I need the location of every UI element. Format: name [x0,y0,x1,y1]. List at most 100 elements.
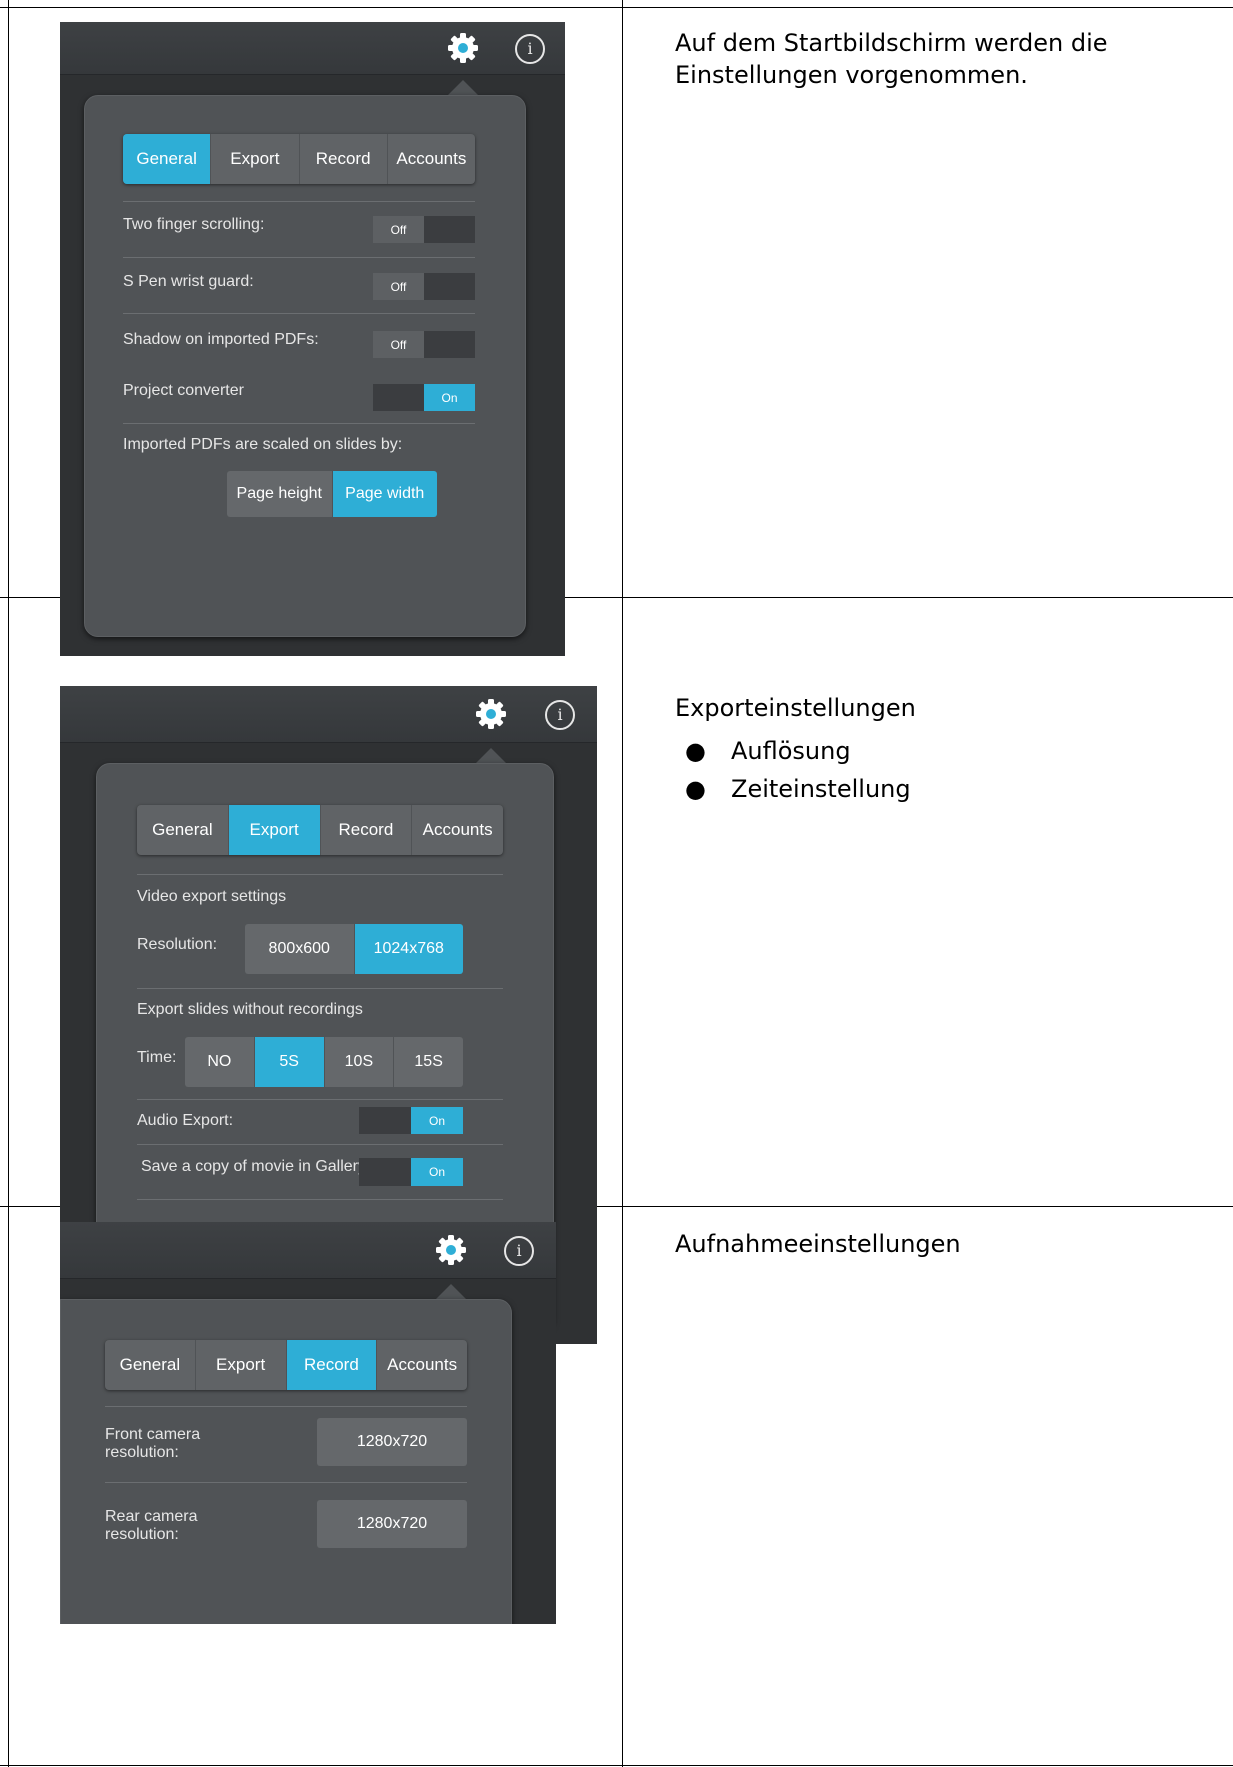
front-camera-resolution-button[interactable]: 1280x720 [317,1418,467,1466]
bullet-icon: ● [685,737,706,765]
app-topbar [60,686,597,743]
separator [123,257,475,258]
toggle-track [424,331,475,358]
info-icon[interactable]: i [515,34,545,64]
info-icon[interactable]: i [504,1236,534,1266]
video-export-heading: Video export settings [137,888,287,905]
bullet-item: ● Auflösung [685,732,1175,770]
tab-record[interactable]: Record [286,1340,378,1390]
screenshot-general: i General Export Record Accounts Two fin… [60,22,565,656]
tab-general[interactable]: General [123,134,212,184]
row1-description: Auf dem Startbildschirm werden die Einst… [675,29,1108,89]
resolution-label: Resolution: [137,936,218,953]
time-option-5s[interactable]: 5S [254,1037,325,1087]
tab-accounts[interactable]: Accounts [377,1340,467,1390]
tab-record[interactable]: Record [321,805,413,855]
toggle-off-label: Off [373,216,424,243]
toggle-track [373,384,424,411]
rear-camera-label-line1: Rear camera [105,1508,198,1525]
gear-icon[interactable] [446,31,480,65]
front-camera-label-line2: resolution: [105,1444,179,1461]
tab-accounts[interactable]: Accounts [412,805,503,855]
gear-icon[interactable] [474,697,508,731]
settings-tabs: General Export Record Accounts [123,134,475,184]
front-camera-label: Front camera resolution: [105,1426,200,1462]
bullet-icon: ● [685,775,706,803]
tab-general[interactable]: General [137,805,229,855]
resolution-800x600[interactable]: 800x600 [245,924,355,974]
app-topbar [60,22,565,75]
separator [137,1144,503,1145]
app-topbar [60,1222,556,1279]
tab-accounts[interactable]: Accounts [388,134,475,184]
settings-tabs: General Export Record Accounts [137,805,503,855]
export-slides-heading: Export slides without recordings [137,1001,363,1018]
row3-description: Aufnahmeeinstellungen [675,1230,961,1258]
two-finger-scrolling-toggle[interactable]: Off [373,216,475,243]
separator [123,313,475,314]
separator [105,1406,467,1407]
table-border-top [0,7,1233,8]
table-border-left [8,0,9,1767]
bullet-text: Zeiteinstellung [731,775,911,803]
resolution-1024x768[interactable]: 1024x768 [354,924,463,974]
resolution-selector: 800x600 1024x768 [245,924,463,974]
time-label: Time: [137,1049,177,1066]
time-option-10s[interactable]: 10S [324,1037,395,1087]
separator [105,1482,467,1483]
row2-description: Exporteinstellungen ● Auflösung ● Zeiteins… [675,692,1175,808]
tab-export[interactable]: Export [196,1340,287,1390]
page-height-option[interactable]: Page height [227,471,333,517]
toggle-track [424,273,475,300]
table-border-middle [622,0,623,1767]
separator [137,874,503,875]
s-pen-wrist-guard-toggle[interactable]: Off [373,273,475,300]
audio-export-toggle[interactable]: On [359,1107,463,1134]
table-border-bottom [0,1765,1233,1766]
info-icon[interactable]: i [545,700,575,730]
scale-label: Imported PDFs are scaled on slides by: [123,436,403,453]
toggle-track [424,216,475,243]
tab-general[interactable]: General [105,1340,196,1390]
settings-popover: General Export Record Accounts Two finge… [84,95,526,637]
popover-arrow [475,748,507,764]
front-camera-label-line1: Front camera [105,1426,201,1443]
project-converter-toggle[interactable]: On [373,384,475,411]
separator [137,988,503,989]
separator [137,1099,503,1100]
rear-camera-label-line2: resolution: [105,1526,179,1543]
toggle-on-label: On [424,384,475,411]
toggle-off-label: Off [373,331,424,358]
toggle-off-label: Off [373,273,424,300]
gear-icon[interactable] [434,1233,468,1267]
setting-label: Shadow on imported PDFs: [123,331,319,348]
separator [123,423,475,424]
shadow-on-pdfs-toggle[interactable]: Off [373,331,475,358]
bullet-text: Auflösung [731,737,851,765]
setting-label: Two finger scrolling: [123,216,265,233]
toggle-track [359,1107,411,1134]
toggle-track [359,1158,411,1186]
bullet-item: ● Zeiteinstellung [685,770,1175,808]
tab-record[interactable]: Record [300,134,388,184]
popover-arrow [447,80,479,96]
separator [137,1199,503,1200]
save-copy-toggle[interactable]: On [359,1158,463,1186]
rear-camera-label: Rear camera resolution: [105,1508,197,1544]
row2-bullet-list: ● Auflösung ● Zeiteinstellung [675,732,1175,808]
save-copy-label: Save a copy of movie in Gallery [141,1158,366,1175]
toggle-on-label: On [411,1107,463,1134]
time-option-no[interactable]: NO [185,1037,255,1087]
tab-export[interactable]: Export [228,805,321,855]
toggle-on-label: On [411,1158,463,1186]
rear-camera-resolution-button[interactable]: 1280x720 [317,1500,467,1548]
time-option-15s[interactable]: 15S [394,1037,463,1087]
popover-arrow [435,1284,467,1300]
settings-popover: General Export Record Accounts Front cam… [60,1299,512,1624]
pdf-scale-selector: Page height Page width [227,471,437,517]
setting-label: Project converter [123,382,244,399]
page-width-option[interactable]: Page width [332,471,437,517]
tab-export[interactable]: Export [211,134,300,184]
time-selector: NO 5S 10S 15S [185,1037,463,1087]
row2-title: Exporteinstellungen [675,694,916,722]
